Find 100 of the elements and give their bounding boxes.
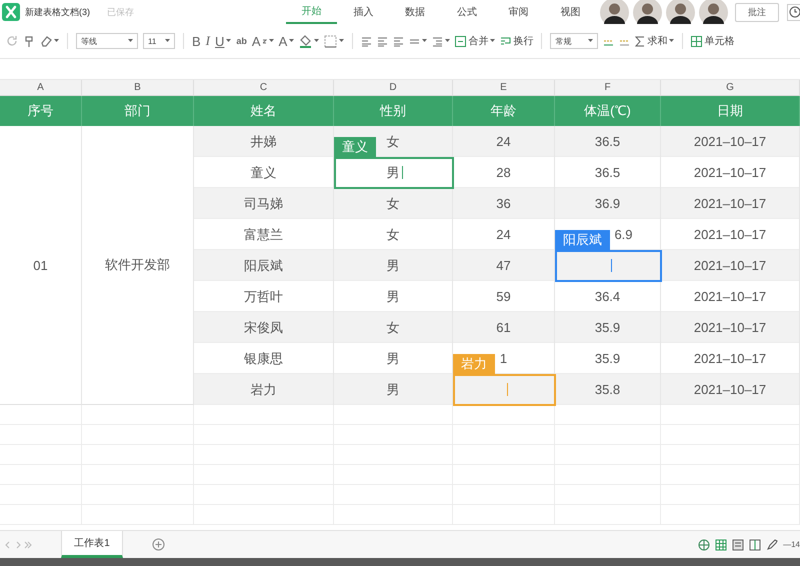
text-caret: [611, 259, 612, 272]
caret-icon[interactable]: [314, 39, 320, 43]
header-cell: 年龄: [453, 96, 555, 126]
table-grid-icon: [691, 36, 702, 46]
comment-button[interactable]: 批注: [735, 2, 780, 22]
empty-cell[interactable]: [194, 405, 334, 425]
avatar-icon[interactable]: [600, 0, 630, 24]
page-layout-icon[interactable]: [732, 538, 744, 550]
wrap-text-button[interactable]: 换行: [500, 34, 534, 48]
empty-cell[interactable]: [334, 405, 453, 425]
align-left-icon[interactable]: [361, 36, 372, 46]
table-cell: 24: [453, 126, 555, 157]
table-cell: 28: [453, 157, 555, 188]
table-cell: 36.9: [555, 188, 661, 219]
header-cell: 姓名: [194, 96, 334, 126]
menu-tab[interactable]: 数据: [389, 0, 441, 24]
menu-tab[interactable]: 插入: [337, 0, 390, 24]
cell-button[interactable]: 单元格: [691, 34, 734, 48]
empty-cell[interactable]: [555, 405, 661, 425]
table-cell: 阳辰斌: [194, 250, 334, 281]
align-center-icon[interactable]: [377, 36, 388, 46]
merge-button[interactable]: 合并: [455, 34, 496, 48]
empty-cell[interactable]: [661, 405, 800, 425]
column-header[interactable]: F: [555, 80, 661, 96]
redo-icon[interactable]: [6, 35, 18, 47]
page-break-icon[interactable]: [749, 538, 762, 550]
eraser-icon[interactable]: [40, 35, 52, 47]
add-sheet-icon[interactable]: [152, 538, 165, 551]
column-header[interactable]: G: [661, 80, 800, 96]
font-color-button[interactable]: A: [278, 34, 288, 48]
empty-cell[interactable]: [453, 405, 555, 425]
header-cell: 序号: [0, 96, 82, 126]
collaborator-name-tag: 岩力: [453, 354, 495, 374]
avatar-icon[interactable]: [633, 0, 662, 24]
clock-button[interactable]: [787, 4, 800, 20]
table-cell: 47: [453, 250, 555, 281]
pen-icon[interactable]: [766, 538, 778, 550]
font-size-dropdown[interactable]: 11: [143, 33, 175, 49]
table-cell: 女: [334, 188, 453, 219]
table-cell: 软件开发部: [82, 126, 194, 405]
avatar-icon[interactable]: [699, 0, 728, 24]
table-cell: 2021–10–17: [661, 219, 800, 250]
sum-button[interactable]: 求和: [635, 34, 674, 48]
menu-tab[interactable]: 审阅: [492, 0, 545, 24]
format-painter-icon[interactable]: [23, 34, 35, 48]
table-cell: 男: [334, 281, 453, 312]
caret-icon[interactable]: [339, 39, 344, 43]
superscript-mark-icon: [262, 38, 267, 44]
caret-icon[interactable]: [54, 39, 59, 43]
column-header[interactable]: D: [334, 80, 453, 96]
column-header[interactable]: B: [82, 80, 194, 96]
strikethrough-button[interactable]: ab: [236, 36, 247, 46]
caret-icon[interactable]: [226, 39, 232, 43]
border-icon[interactable]: [324, 34, 338, 48]
table-cell: 36.5: [555, 126, 661, 157]
table-cell: 2021–10–17: [661, 343, 800, 374]
table-cell: 2021–10–17: [661, 281, 800, 312]
text-caret: [507, 383, 508, 396]
sheet-tab[interactable]: 工作表1: [61, 531, 123, 558]
fill-color-icon[interactable]: [299, 34, 312, 48]
indent-icon[interactable]: [432, 36, 444, 46]
table-cell: 富慧兰: [194, 219, 334, 250]
table-cell: 女: [334, 312, 453, 343]
menu-tab[interactable]: 公式: [440, 0, 493, 24]
menu-tab[interactable]: 视图: [544, 0, 596, 24]
caret-icon[interactable]: [128, 39, 133, 43]
zoom-level: —14: [783, 540, 800, 549]
caret-icon[interactable]: [445, 39, 450, 43]
caret-icon[interactable]: [588, 39, 594, 43]
collaborator-name-tag: 童义: [334, 137, 376, 157]
merge-cells-icon: [455, 36, 466, 46]
header-cell: 体温(℃): [555, 96, 661, 126]
spreadsheet-logo-icon[interactable]: [2, 3, 20, 21]
column-header[interactable]: C: [194, 80, 334, 96]
caret-icon[interactable]: [422, 39, 428, 43]
font-dropdown[interactable]: 等线: [76, 33, 138, 49]
column-header[interactable]: E: [453, 80, 555, 96]
collaborator-name-tag: 阳辰斌: [555, 230, 610, 250]
caret-icon[interactable]: [669, 39, 674, 43]
superscript-button[interactable]: A: [252, 34, 261, 48]
align-right-icon[interactable]: [393, 36, 404, 46]
number-format-dropdown[interactable]: 常规: [550, 33, 598, 49]
caret-icon[interactable]: [490, 39, 496, 43]
empty-cell[interactable]: [82, 405, 194, 425]
caret-icon[interactable]: [268, 39, 274, 43]
caret-icon[interactable]: [289, 39, 294, 43]
last-sheet-icon[interactable]: [23, 540, 33, 550]
empty-cell[interactable]: [0, 405, 82, 425]
table-cell: 35.9: [555, 343, 661, 374]
menu-tab[interactable]: 开始: [286, 0, 338, 24]
bold-button[interactable]: B: [192, 34, 201, 48]
caret-icon[interactable]: [165, 39, 170, 43]
underline-button[interactable]: U: [215, 34, 224, 48]
globe-icon[interactable]: [698, 538, 710, 550]
clock-icon: [789, 6, 800, 18]
header-cell: 日期: [661, 96, 800, 126]
avatar-icon[interactable]: [666, 0, 696, 24]
italic-button[interactable]: I: [206, 33, 210, 49]
column-header[interactable]: A: [0, 80, 82, 96]
grid-view-icon[interactable]: [715, 538, 728, 550]
